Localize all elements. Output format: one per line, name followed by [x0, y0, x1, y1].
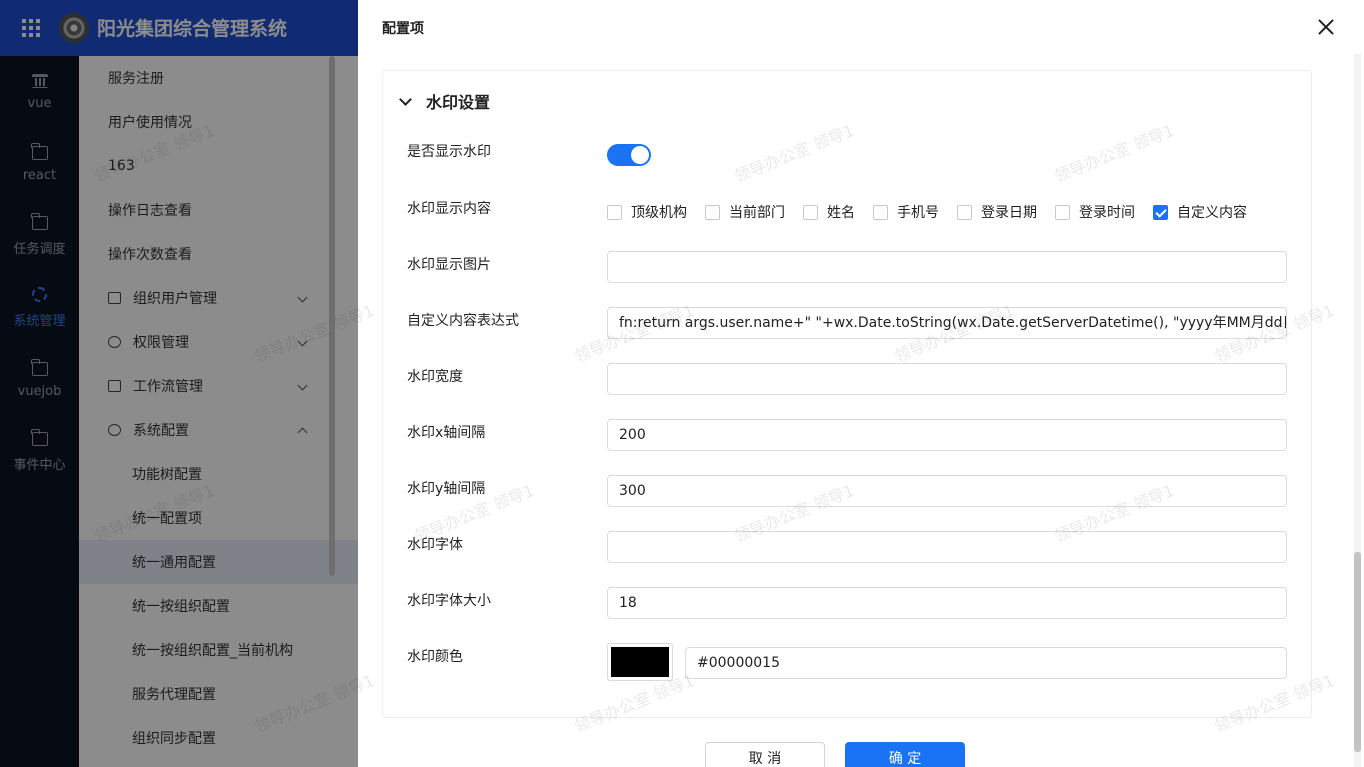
row-x-gap: 水印x轴间隔 200: [407, 419, 1287, 451]
toggle-knob: [631, 146, 649, 164]
label-watermark-content: 水印显示内容: [407, 201, 491, 217]
cancel-button[interactable]: 取 消: [705, 742, 825, 767]
color-swatch-fill: [611, 647, 669, 677]
label-watermark-font: 水印字体: [407, 537, 463, 553]
row-y-gap: 水印y轴间隔 300: [407, 475, 1287, 507]
label-x-gap: 水印x轴间隔: [407, 425, 486, 441]
x-gap-input[interactable]: 200: [607, 419, 1287, 451]
checkbox-box[interactable]: [705, 204, 720, 220]
drawer-scrollbar-thumb[interactable]: [1354, 552, 1361, 752]
config-drawer: 配置项 水印设置 是否显示水印 水印显示内容 顶级机构 当前部门 姓名 手机号 …: [358, 0, 1364, 767]
row-show-watermark: 是否显示水印: [407, 144, 1287, 176]
checkbox-custom-content[interactable]: 自定义内容: [1153, 202, 1247, 222]
checkbox-phone[interactable]: 手机号: [873, 202, 939, 222]
label-font-size: 水印字体大小: [407, 593, 491, 609]
watermark-settings-card: 水印设置 是否显示水印 水印显示内容 顶级机构 当前部门 姓名 手机号 登录日期…: [382, 70, 1312, 718]
checkbox-box[interactable]: [957, 204, 972, 220]
checkbox-current-dept[interactable]: 当前部门: [705, 202, 785, 222]
checkbox-box[interactable]: [1055, 204, 1070, 220]
section-header[interactable]: 水印设置: [399, 89, 491, 113]
label-watermark-color: 水印颜色: [407, 649, 463, 665]
color-picker-swatch[interactable]: [607, 643, 673, 681]
row-watermark-color: 水印颜色 #00000015: [407, 643, 1287, 681]
checkbox-login-time[interactable]: 登录时间: [1055, 202, 1135, 222]
color-value-input[interactable]: #00000015: [685, 647, 1287, 679]
content-checkbox-group: 顶级机构 当前部门 姓名 手机号 登录日期 登录时间 自定义内容: [607, 201, 1265, 223]
watermark-width-input[interactable]: [607, 363, 1287, 395]
label-watermark-image: 水印显示图片: [407, 257, 491, 273]
y-gap-input[interactable]: 300: [607, 475, 1287, 507]
chevron-down-icon: [399, 92, 412, 106]
close-icon[interactable]: [1318, 19, 1334, 35]
watermark-image-input[interactable]: [607, 251, 1287, 283]
checkbox-box[interactable]: [803, 204, 818, 220]
row-watermark-width: 水印宽度: [407, 363, 1287, 395]
checkbox-box[interactable]: [873, 204, 888, 220]
row-font-size: 水印字体大小 18: [407, 587, 1287, 619]
show-watermark-toggle[interactable]: [607, 144, 651, 166]
checkbox-box[interactable]: [607, 204, 622, 220]
row-watermark-content: 水印显示内容 顶级机构 当前部门 姓名 手机号 登录日期 登录时间 自定义内容: [407, 201, 1287, 233]
label-y-gap: 水印y轴间隔: [407, 481, 486, 497]
confirm-button[interactable]: 确 定: [845, 742, 965, 767]
checkbox-login-date[interactable]: 登录日期: [957, 202, 1037, 222]
row-watermark-image: 水印显示图片: [407, 251, 1287, 283]
section-title: 水印设置: [426, 93, 491, 112]
custom-expression-input[interactable]: fn:return args.user.name+" "+wx.Date.toS…: [607, 307, 1287, 339]
label-watermark-width: 水印宽度: [407, 369, 463, 385]
checkbox-box-checked[interactable]: [1153, 204, 1168, 220]
row-watermark-font: 水印字体: [407, 531, 1287, 563]
row-custom-expression: 自定义内容表达式 fn:return args.user.name+" "+wx…: [407, 307, 1287, 339]
checkbox-name[interactable]: 姓名: [803, 202, 855, 222]
watermark-font-input[interactable]: [607, 531, 1287, 563]
label-custom-expression: 自定义内容表达式: [407, 313, 519, 329]
font-size-input[interactable]: 18: [607, 587, 1287, 619]
drawer-title: 配置项: [382, 21, 424, 37]
label-show-watermark: 是否显示水印: [407, 144, 491, 160]
drawer-mask[interactable]: [0, 0, 358, 767]
checkbox-top-org[interactable]: 顶级机构: [607, 202, 687, 222]
